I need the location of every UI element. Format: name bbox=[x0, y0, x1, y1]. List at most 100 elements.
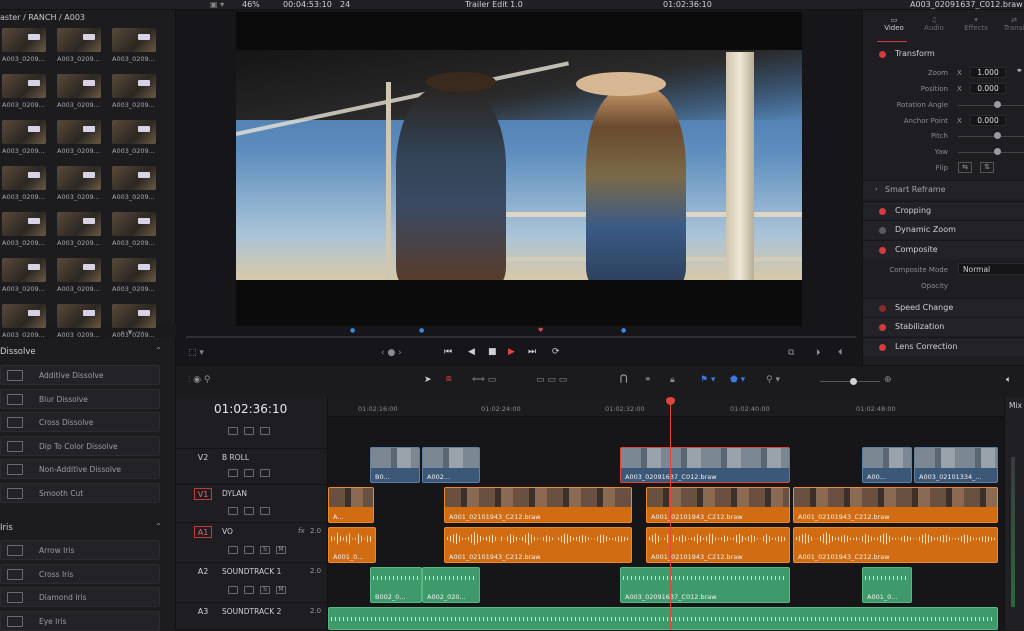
clip[interactable]: A... bbox=[328, 487, 374, 523]
visibility-icon[interactable] bbox=[260, 427, 270, 435]
marker-icon[interactable]: ● bbox=[621, 327, 626, 334]
track-name[interactable]: B ROLL bbox=[222, 453, 249, 462]
track-name[interactable]: VO bbox=[222, 527, 233, 536]
fx-badge[interactable]: fx bbox=[298, 527, 305, 535]
media-thumbnail[interactable] bbox=[57, 212, 101, 236]
dynamic-zoom-section[interactable]: Dynamic Zoom bbox=[863, 220, 1024, 239]
media-thumbnail[interactable] bbox=[2, 258, 46, 282]
marker-icon[interactable]: ♥ bbox=[538, 327, 543, 334]
dissolve-header[interactable]: Dissolve bbox=[0, 347, 36, 357]
media-thumbnail[interactable] bbox=[2, 304, 46, 328]
enable-toggle-icon[interactable] bbox=[879, 344, 886, 351]
composite-mode-select[interactable]: Normal bbox=[958, 263, 1024, 275]
clip[interactable]: A001_02101943_C212.braw bbox=[646, 487, 790, 523]
playhead[interactable] bbox=[666, 397, 675, 630]
effect-item[interactable]: Blur Dissolve bbox=[0, 388, 160, 409]
media-thumbnail[interactable] bbox=[57, 120, 101, 144]
flip-vertical-icon[interactable]: ⇅ bbox=[980, 162, 994, 173]
audio-clip[interactable]: A002_020... bbox=[422, 567, 480, 603]
clip[interactable]: A002... bbox=[422, 447, 480, 483]
play-button[interactable]: ▶ bbox=[508, 347, 515, 357]
track-name[interactable]: DYLAN bbox=[222, 489, 247, 498]
blade-tool-icon[interactable]: ⟺ ▭ bbox=[472, 375, 496, 385]
track-id[interactable]: A1 bbox=[194, 526, 212, 538]
effect-item[interactable]: Cross Iris bbox=[0, 563, 160, 584]
visibility-icon[interactable] bbox=[260, 469, 270, 477]
mute-button[interactable]: M bbox=[276, 546, 286, 554]
clip[interactable]: B0... bbox=[370, 447, 420, 483]
timeline-name[interactable]: Trailer Edit 1.0 bbox=[465, 0, 523, 9]
enable-toggle-icon[interactable] bbox=[879, 305, 886, 312]
jog-icon[interactable]: ‹ ● › bbox=[381, 348, 402, 358]
lens-correction-section[interactable]: Lens Correction bbox=[863, 337, 1024, 356]
prev-edit-icon[interactable]: ⏴ bbox=[838, 348, 843, 358]
audio-clip[interactable]: B002_0... bbox=[370, 567, 422, 603]
auto-select-icon[interactable] bbox=[244, 546, 254, 554]
flag-icon[interactable]: ⚑ ▾ bbox=[700, 375, 715, 385]
clip-selected[interactable]: A003_02091637_C012.braw bbox=[620, 447, 790, 483]
select-tool-icon[interactable]: ➤ bbox=[424, 375, 432, 385]
track-header-a3[interactable]: A3 SOUNDTRACK 2 2.0 bbox=[176, 603, 328, 630]
audio-clip[interactable]: A001_02101943_C212.braw bbox=[793, 527, 998, 563]
zoom-x-field[interactable]: 1.000 bbox=[970, 67, 1006, 78]
clip[interactable]: A003_02101334_... bbox=[914, 447, 998, 483]
tab-audio[interactable]: ♫ Audio bbox=[919, 16, 949, 32]
track-name[interactable]: SOUNDTRACK 1 bbox=[222, 567, 281, 576]
tab-transition[interactable]: ⇄ Transi bbox=[999, 16, 1024, 32]
media-thumbnail[interactable] bbox=[2, 74, 46, 98]
enable-toggle-icon[interactable] bbox=[879, 247, 886, 254]
view-toggle-icon[interactable]: ▣ ▾ bbox=[210, 0, 224, 9]
media-thumbnail[interactable] bbox=[2, 166, 46, 190]
speed-change-section[interactable]: Speed Change bbox=[863, 298, 1024, 317]
clip[interactable]: A001_02101943_C212.braw bbox=[793, 487, 998, 523]
auto-select-icon[interactable] bbox=[244, 507, 254, 515]
breadcrumb[interactable]: aster / RANCH / A003 bbox=[0, 13, 85, 22]
marker-icon[interactable]: ⬟ ▾ bbox=[730, 375, 745, 385]
pitch-slider[interactable] bbox=[994, 132, 1001, 139]
lock-icon[interactable] bbox=[228, 507, 238, 515]
auto-select-icon[interactable] bbox=[244, 469, 254, 477]
auto-select-icon[interactable] bbox=[244, 586, 254, 594]
snapping-icon[interactable]: ⋂ bbox=[620, 374, 627, 384]
match-frame-icon[interactable]: ⧉ bbox=[788, 348, 794, 358]
lock-icon[interactable]: 🔒︎ bbox=[670, 375, 675, 385]
enable-toggle-icon[interactable] bbox=[879, 51, 886, 58]
zoom-icon[interactable]: ⚲ ▾ bbox=[766, 375, 780, 385]
media-thumbnail[interactable] bbox=[57, 304, 101, 328]
media-thumbnail[interactable] bbox=[112, 28, 156, 52]
marker-icon[interactable]: ● bbox=[419, 327, 424, 334]
audio-clip[interactable]: A001_0... bbox=[328, 527, 376, 563]
go-to-end-button[interactable]: ⏭ bbox=[528, 347, 536, 357]
rotation-slider[interactable] bbox=[994, 101, 1001, 108]
search-icon[interactable]: ⌕ ▾ ⋯ bbox=[120, 328, 144, 338]
volume-icon[interactable]: 🔈︎ bbox=[1006, 375, 1011, 385]
smart-reframe-section[interactable]: › Smart Reframe bbox=[863, 180, 1024, 199]
effect-item[interactable]: Arrow Iris bbox=[0, 540, 160, 560]
cropping-section[interactable]: Cropping bbox=[863, 201, 1024, 220]
go-to-start-button[interactable]: ⏮ bbox=[444, 347, 452, 357]
media-thumbnail[interactable] bbox=[112, 166, 156, 190]
enable-toggle-icon[interactable] bbox=[879, 227, 886, 234]
zoom-level[interactable]: 46% bbox=[242, 0, 260, 9]
mixer-panel[interactable]: Mix bbox=[1004, 397, 1024, 630]
track-header-v2[interactable]: V2 B ROLL bbox=[176, 449, 328, 485]
audio-clip[interactable]: A001_0... bbox=[862, 567, 912, 603]
effect-item[interactable]: Non-Additive Dissolve bbox=[0, 459, 160, 479]
collapse-icon[interactable]: ⌃ bbox=[155, 346, 162, 355]
track-header-a1[interactable]: A1 VO fx 2.0 S M bbox=[176, 523, 328, 563]
yaw-slider[interactable] bbox=[994, 148, 1001, 155]
lock-icon[interactable] bbox=[228, 427, 238, 435]
media-thumbnail[interactable] bbox=[2, 120, 46, 144]
layout-icon[interactable]: ⫶ ◉ ⚲ bbox=[188, 375, 210, 385]
collapse-icon[interactable]: ⌃ bbox=[155, 522, 162, 531]
enable-toggle-icon[interactable] bbox=[879, 208, 886, 215]
track-header-v1[interactable]: V1 DYLAN bbox=[176, 485, 328, 523]
audio-clip[interactable]: A001_02101943_C212.braw bbox=[646, 527, 790, 563]
play-reverse-button[interactable]: ◀ bbox=[468, 347, 475, 357]
media-thumbnail[interactable] bbox=[2, 212, 46, 236]
zoom-in-icon[interactable]: ⊕ bbox=[884, 375, 892, 385]
track-header-a2[interactable]: A2 SOUNDTRACK 1 2.0 S M bbox=[176, 563, 328, 603]
effect-item[interactable]: Diamond Iris bbox=[0, 587, 160, 607]
link-icon[interactable]: ⚭ bbox=[1016, 66, 1023, 75]
media-thumbnail[interactable] bbox=[57, 74, 101, 98]
